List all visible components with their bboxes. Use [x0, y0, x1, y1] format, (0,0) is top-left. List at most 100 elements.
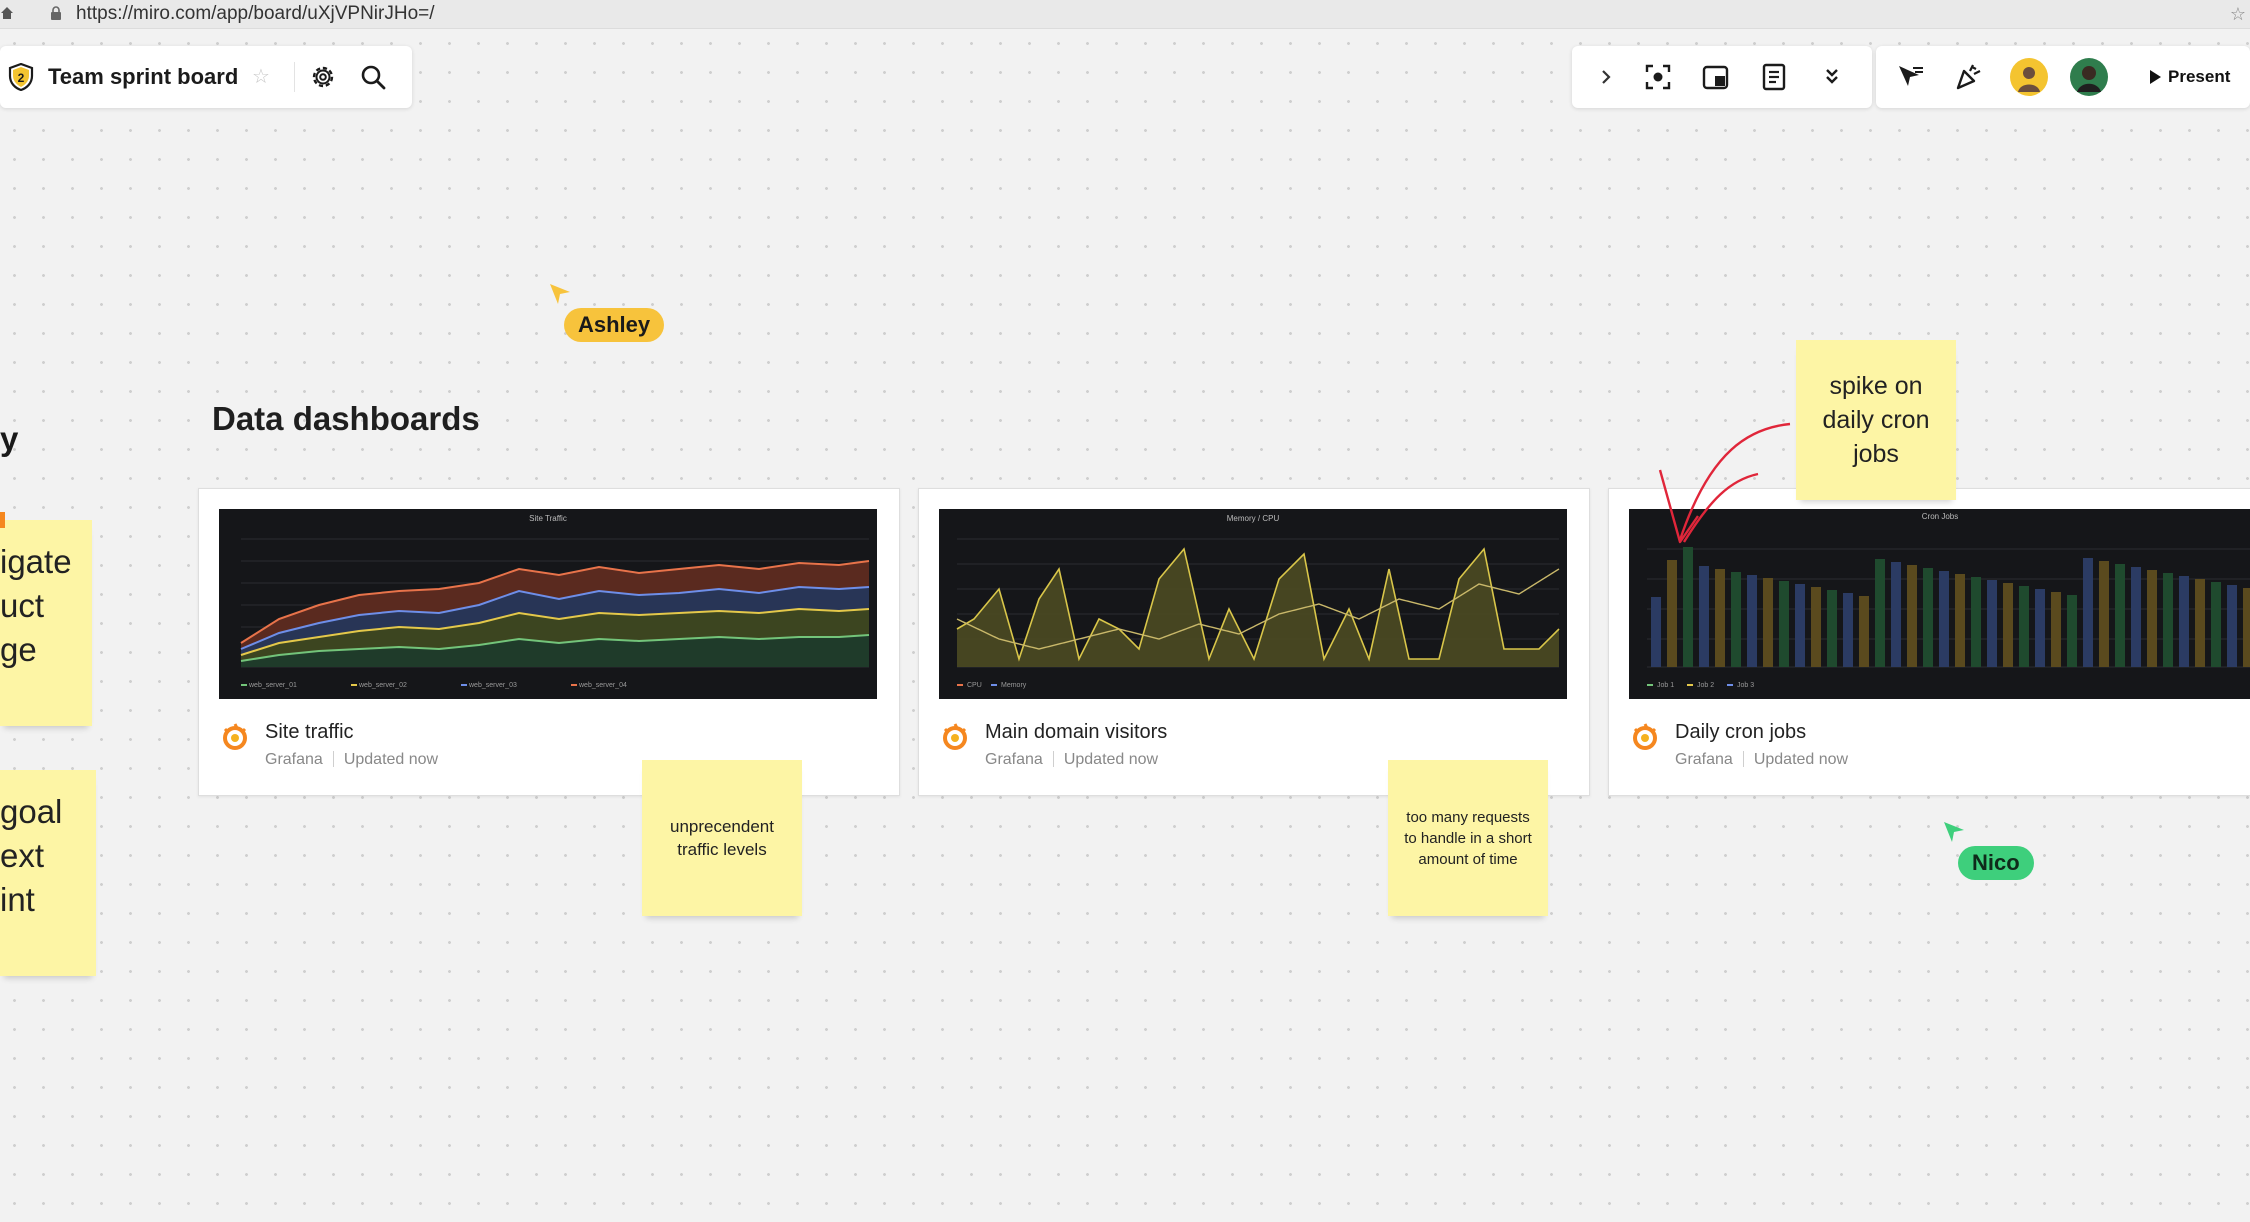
- chart-legend-item: web_server_01: [248, 682, 297, 689]
- search-icon[interactable]: [358, 62, 388, 92]
- bookmark-star-icon[interactable]: ☆: [2230, 4, 2246, 25]
- cron-bar: [1795, 584, 1805, 667]
- sticky-line: uct: [0, 587, 45, 624]
- sticky-tag: [0, 512, 5, 528]
- sticky-note[interactable]: too many requests to handle in a short a…: [1388, 760, 1548, 916]
- card-meta: Grafana Updated now: [1675, 751, 1848, 769]
- cursor-label-nico: Nico: [1958, 846, 2034, 880]
- chart-legend-item: web_server_04: [578, 682, 627, 689]
- card-meta: Grafana Updated now: [985, 751, 1158, 769]
- grafana-logo-icon: [1633, 723, 1657, 750]
- dashboard-card-main-domain-visitors[interactable]: Memory / CPU CPU Memory Main domain visi…: [918, 488, 1590, 796]
- chart-legend-item: web_server_02: [358, 682, 407, 689]
- board-badge-icon[interactable]: 2: [8, 63, 34, 91]
- grafana-logo-icon: [223, 723, 247, 750]
- card-updated: Updated now: [343, 751, 439, 768]
- lock-icon: [51, 6, 61, 20]
- cron-bar: [2003, 583, 2013, 667]
- cron-bar: [1731, 572, 1741, 667]
- double-chevron-down-icon[interactable]: [1816, 61, 1848, 93]
- cron-bar: [1699, 566, 1709, 667]
- card-meta: Grafana Updated now: [265, 751, 438, 769]
- chart-legend-item: Job 3: [1737, 682, 1754, 689]
- cron-bar: [2211, 582, 2221, 667]
- url-text[interactable]: https://miro.com/app/board/uXjVPNirJHo=/: [76, 3, 435, 25]
- toolbar-divider: [294, 62, 295, 92]
- browser-url-bar[interactable]: https://miro.com/app/board/uXjVPNirJHo=/…: [0, 0, 2250, 29]
- grafana-logo-icon: [943, 723, 967, 750]
- avatar[interactable]: [2010, 58, 2048, 96]
- cron-bar: [1827, 590, 1837, 667]
- card-updated: Updated now: [1753, 751, 1849, 768]
- section-title: Data dashboards: [212, 400, 480, 437]
- chart-thumbnail: Site Traffic web_server_01 web_server_02…: [219, 509, 877, 699]
- cron-bar: [1811, 587, 1821, 667]
- chart-legend-item: CPU: [967, 682, 982, 689]
- cron-bar: [1891, 562, 1901, 667]
- card-title[interactable]: Main domain visitors: [985, 721, 1167, 744]
- chart-title: Site Traffic: [529, 514, 567, 523]
- cron-bar: [1907, 565, 1917, 667]
- sticky-note[interactable]: spike on daily cron jobs: [1796, 340, 1956, 500]
- board-name[interactable]: Team sprint board: [48, 64, 238, 90]
- ashley-cursor-icon: [550, 284, 570, 304]
- card-source: Grafana: [1675, 751, 1733, 768]
- card-title[interactable]: Daily cron jobs: [1675, 721, 1806, 744]
- card-source: Grafana: [265, 751, 323, 768]
- cursor-label-ashley: Ashley: [564, 308, 665, 342]
- home-icon[interactable]: [0, 6, 14, 20]
- cron-bar: [2147, 570, 2157, 667]
- favorite-star-icon[interactable]: ☆: [252, 64, 270, 89]
- chart-legend-item: web_server_03: [468, 682, 517, 689]
- cron-bar: [2115, 564, 2125, 667]
- site-traffic-chart: Site Traffic web_server_01 web_server_02…: [240, 514, 870, 689]
- sticky-line: ge: [0, 631, 37, 668]
- dashboard-card-site-traffic[interactable]: Site Traffic web_server_01 web_server_02…: [198, 488, 900, 796]
- cron-bar: [2227, 585, 2237, 667]
- sticky-note-partial[interactable]: igate uct ge: [0, 520, 92, 726]
- sticky-line: igate: [0, 543, 72, 580]
- screen-share-icon[interactable]: [1700, 61, 1732, 93]
- chart-legend-item: Memory: [1001, 682, 1027, 689]
- cron-bar: [1715, 569, 1725, 667]
- chart-title: Memory / CPU: [1227, 514, 1280, 523]
- present-button[interactable]: Present: [2140, 60, 2244, 94]
- celebrate-icon[interactable]: [1952, 61, 1984, 93]
- cron-bar: [2019, 586, 2029, 667]
- cron-bar: [2179, 576, 2189, 667]
- cron-bar: [1923, 568, 1933, 667]
- memory-cpu-chart: Memory / CPU CPU Memory: [956, 514, 1560, 689]
- cursor-filter-icon[interactable]: [1894, 61, 1926, 93]
- notes-icon[interactable]: [1758, 61, 1790, 93]
- nico-cursor-icon: [1944, 822, 1964, 842]
- cron-bar: [2035, 589, 2045, 667]
- chart-thumbnail: Memory / CPU CPU Memory: [939, 509, 1567, 699]
- cron-bar: [1651, 597, 1661, 667]
- cron-bar: [1843, 593, 1853, 667]
- avatar[interactable]: [2070, 58, 2108, 96]
- focus-frame-icon[interactable]: [1642, 61, 1674, 93]
- sticky-line: int: [0, 881, 35, 918]
- chart-legend-item: Job 1: [1657, 682, 1674, 689]
- cron-bar: [2163, 573, 2173, 667]
- card-title[interactable]: Site traffic: [265, 721, 354, 744]
- cron-bar: [1763, 578, 1773, 667]
- cron-bar: [1683, 547, 1693, 667]
- board-badge-number: 2: [18, 71, 25, 85]
- cron-bar: [1971, 577, 1981, 667]
- chart-legend-item: Job 2: [1697, 682, 1714, 689]
- sticky-note-partial[interactable]: goal ext int: [0, 770, 96, 976]
- sticky-note[interactable]: unprecendent traffic levels: [642, 760, 802, 916]
- chevron-right-icon[interactable]: [1590, 61, 1622, 93]
- cron-bar: [2083, 558, 2093, 667]
- cron-bar: [2195, 579, 2205, 667]
- present-label: Present: [2168, 67, 2231, 86]
- annotation-arrow[interactable]: [1640, 410, 1810, 560]
- view-toolbar: [1572, 46, 1872, 108]
- sticky-line: ext: [0, 837, 45, 874]
- cron-bar: [1875, 559, 1885, 667]
- cron-bar: [1779, 581, 1789, 667]
- collaboration-toolbar: Present: [1876, 46, 2250, 108]
- gear-icon[interactable]: [308, 62, 338, 92]
- cron-bar: [1859, 596, 1869, 667]
